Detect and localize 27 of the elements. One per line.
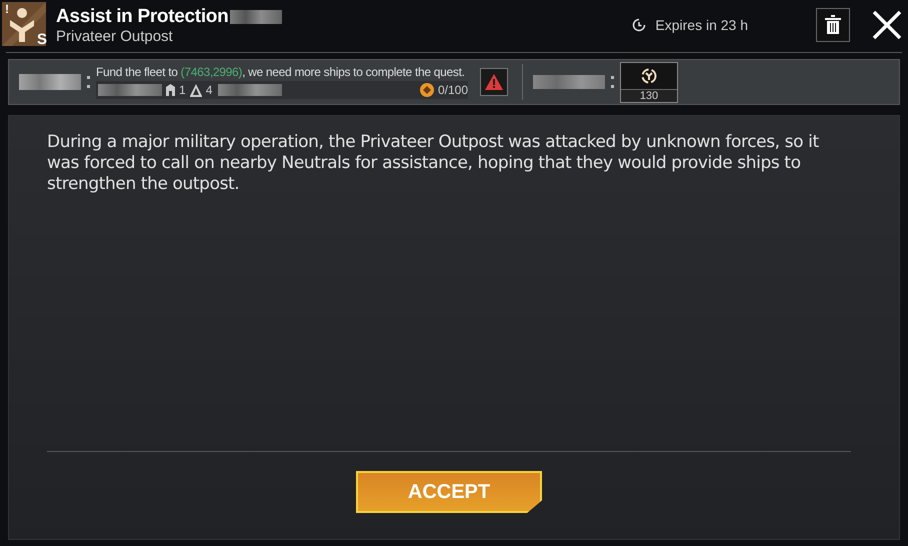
badge-mark: ! xyxy=(5,2,9,16)
emblem-icon xyxy=(641,68,657,84)
objective-text: Fund the fleet to (7463,2996), we need more ships to complete the quest. xyxy=(96,65,466,79)
building-icon xyxy=(166,84,175,96)
redacted-text xyxy=(218,84,282,96)
trash-icon xyxy=(825,15,841,35)
redacted-text xyxy=(98,84,162,96)
badge-letter: S xyxy=(36,31,47,48)
progress-count: 0/100 xyxy=(438,83,468,97)
building-level: 1 xyxy=(179,83,186,97)
redacted-text xyxy=(230,10,282,24)
quest-emblem-icon xyxy=(2,2,46,46)
close-icon xyxy=(872,10,902,40)
reward-item[interactable]: 130 xyxy=(620,62,678,102)
quest-title: Assist in Protection xyxy=(56,6,228,28)
fleet-count: 4 xyxy=(206,83,212,97)
reward-count: 130 xyxy=(621,88,677,102)
quest-location: Privateer Outpost xyxy=(56,28,174,44)
quest-description: During a major military operation, the Privateer Outpost was attacked by unknown forces, so it was forced to call on nearby Neutrals for assistance, hoping that they would provide ships to strengthen the outpost. xyxy=(47,132,820,195)
timer-icon xyxy=(631,17,648,33)
close-button[interactable] xyxy=(870,8,904,42)
delete-button[interactable] xyxy=(816,8,850,42)
expiry-time: Expires in 23 h xyxy=(655,17,748,33)
resource-icon xyxy=(420,83,434,97)
redacted-text xyxy=(533,75,605,89)
redacted-text xyxy=(19,74,81,90)
ship-icon xyxy=(190,84,202,96)
